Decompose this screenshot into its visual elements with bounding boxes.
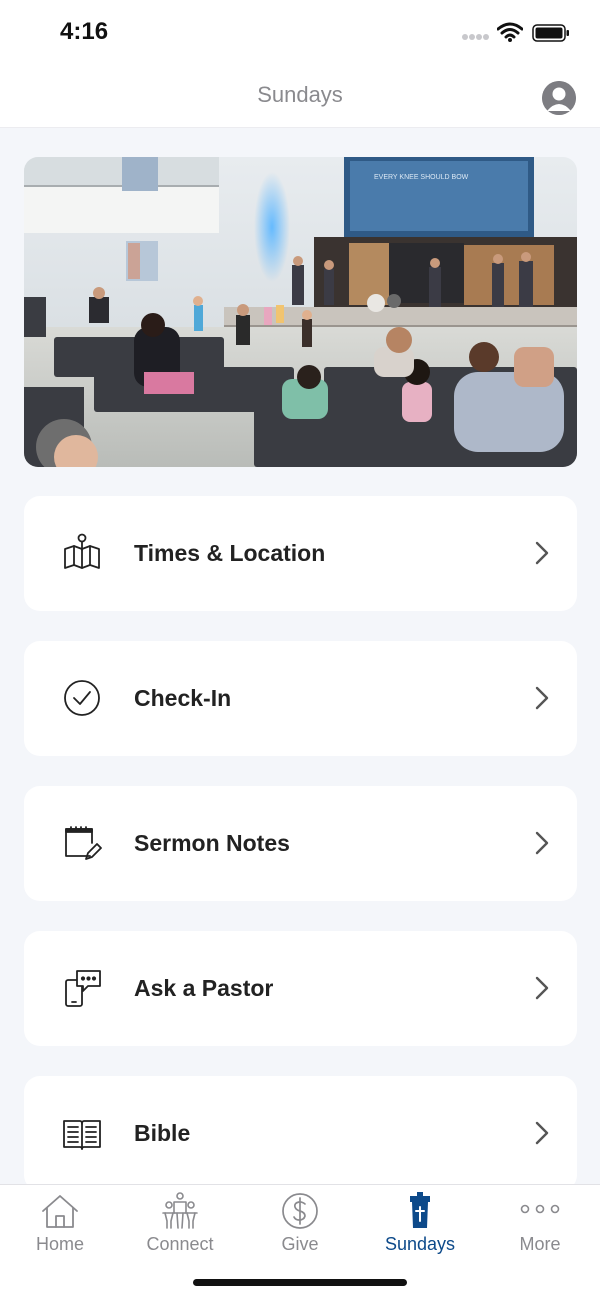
tab-sundays-label: Sundays (384, 1234, 456, 1254)
chevron-right-icon (535, 1121, 549, 1145)
tab-give[interactable]: Give (240, 1185, 360, 1265)
open-book-icon (63, 1120, 101, 1150)
house-icon (42, 1195, 78, 1228)
chevron-right-icon (535, 976, 549, 1000)
notepad-pencil-icon (65, 826, 102, 860)
signal-dots-icon (462, 34, 489, 40)
battery-icon (532, 24, 569, 42)
dollar-circle-icon (282, 1193, 318, 1229)
status-bar: 4:16 (0, 0, 600, 66)
times-location-row[interactable]: Times & Location (24, 496, 577, 611)
people-icon (162, 1192, 198, 1229)
tab-give-label: Give (281, 1234, 319, 1254)
nav-header: Sundays (0, 66, 600, 128)
church-service-photo: EVERY KNEE SHOULD BOW (24, 157, 577, 467)
check-in-label: Check-In (134, 685, 232, 711)
tab-connect-label: Connect (146, 1234, 214, 1254)
home-indicator (193, 1279, 407, 1286)
checkmark-circle-icon (64, 680, 100, 716)
chevron-right-icon (535, 541, 549, 565)
sermon-notes-row[interactable]: Sermon Notes (24, 786, 577, 901)
tab-more-label: More (519, 1234, 561, 1254)
chevron-right-icon (535, 686, 549, 710)
user-avatar-icon (542, 81, 576, 115)
phone-chat-icon (65, 970, 101, 1007)
chevron-right-icon (535, 831, 549, 855)
tab-sundays[interactable]: Sundays (360, 1185, 480, 1265)
map-pin-icon (64, 533, 100, 569)
tab-home-label: Home (35, 1234, 84, 1254)
page-title: Sundays (257, 82, 343, 107)
ask-a-pastor-label: Ask a Pastor (134, 975, 274, 1001)
tab-more[interactable]: More (480, 1185, 600, 1265)
svg-text:EVERY KNEE SHOULD BOW: EVERY KNEE SHOULD BOW (374, 174, 469, 181)
status-time: 4:16 (60, 18, 109, 45)
tab-home[interactable]: Home (0, 1185, 120, 1265)
pulpit-icon (410, 1192, 430, 1228)
tab-connect[interactable]: Connect (120, 1185, 240, 1265)
wifi-icon (497, 22, 523, 42)
sermon-notes-label: Sermon Notes (134, 830, 290, 856)
bible-row[interactable]: Bible (24, 1076, 577, 1191)
times-location-label: Times & Location (134, 540, 326, 566)
bible-label: Bible (134, 1120, 191, 1146)
ellipsis-icon (520, 1204, 560, 1214)
profile-button[interactable] (542, 81, 576, 115)
hero-image: EVERY KNEE SHOULD BOW (24, 157, 577, 467)
check-in-row[interactable]: Check-In (24, 641, 577, 756)
ask-a-pastor-row[interactable]: Ask a Pastor (24, 931, 577, 1046)
